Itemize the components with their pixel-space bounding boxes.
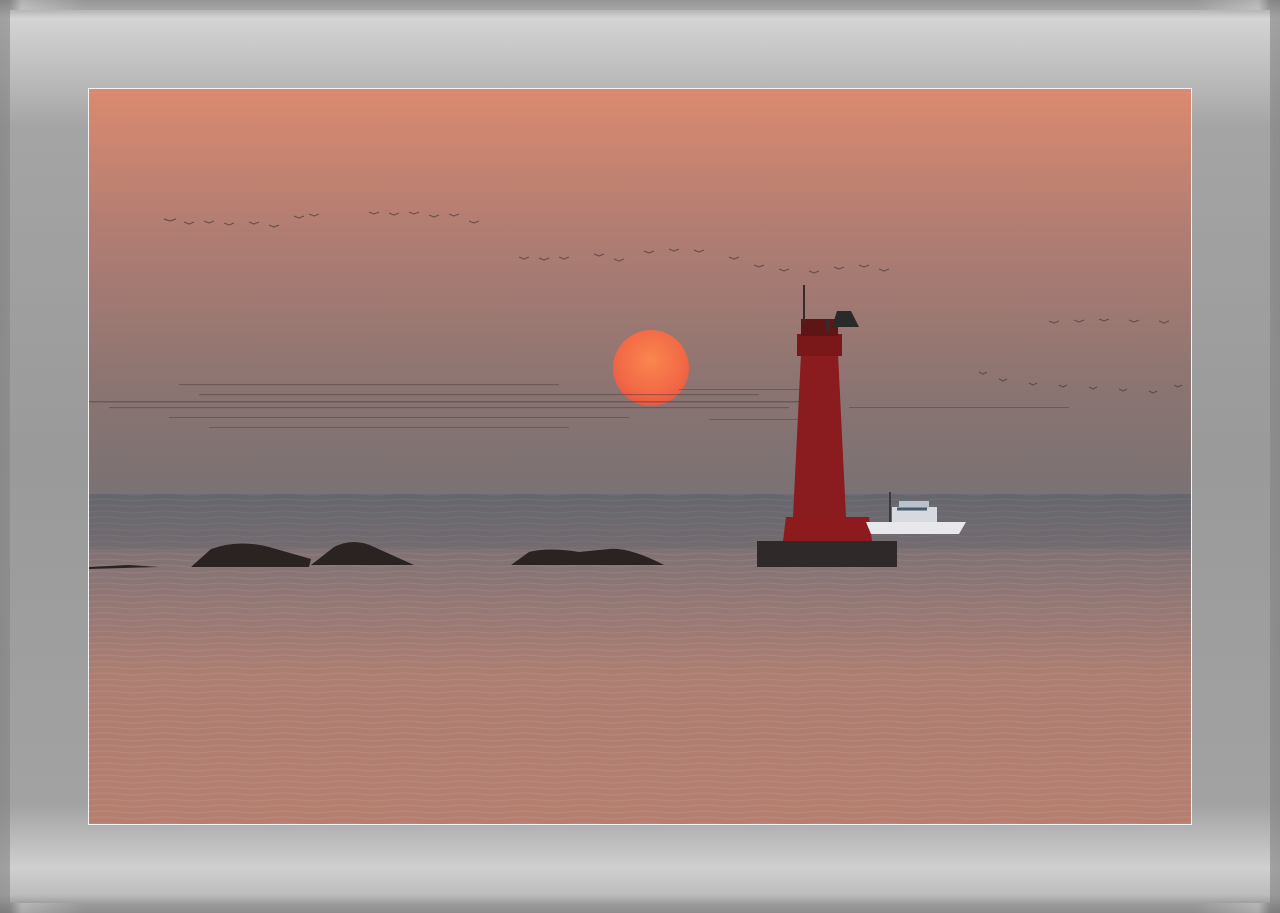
- photo-scene: [89, 89, 1191, 824]
- sea-far: [89, 494, 1191, 549]
- sky: [89, 89, 1191, 494]
- photo-frame: [0, 0, 1280, 913]
- sunset-photo: [88, 88, 1192, 825]
